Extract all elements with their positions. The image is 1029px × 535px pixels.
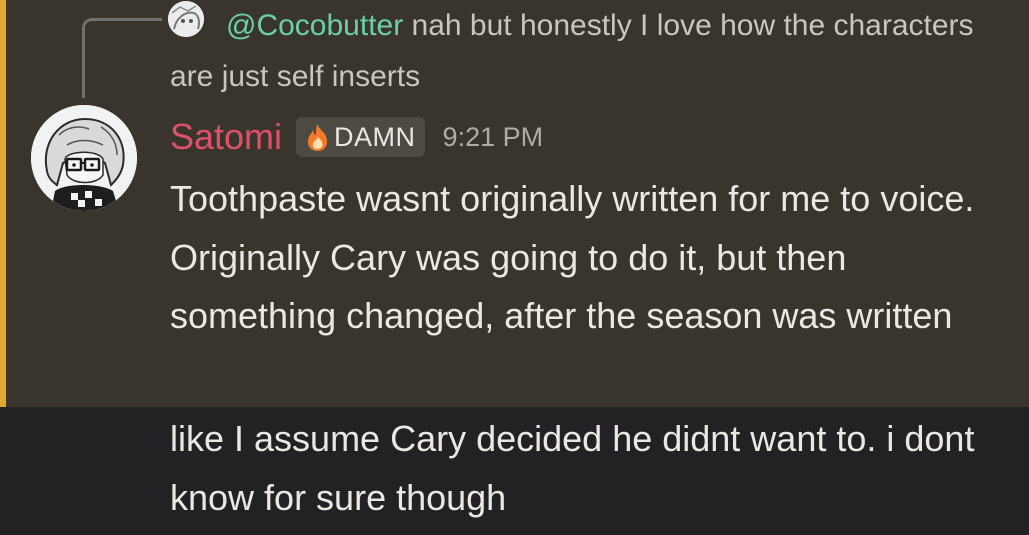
author-name[interactable]: Satomi — [170, 116, 282, 158]
reply-spine — [82, 18, 162, 98]
message-header: Satomi DAMN 9:21 PM — [170, 112, 543, 162]
mention-highlight-bar — [0, 0, 6, 407]
flame-icon — [307, 124, 328, 151]
reply-mention[interactable]: @Cocobutter — [226, 9, 403, 42]
message-content: Toothpaste wasnt originally written for … — [170, 178, 975, 336]
avatar[interactable] — [31, 105, 137, 211]
caption-text: like I assume Cary decided he didnt want… — [170, 418, 975, 518]
replied-message-preview[interactable]: @Cocobutter nah but honestly I love how … — [170, 0, 1000, 102]
message-timestamp[interactable]: 9:21 PM — [443, 122, 544, 153]
server-tag[interactable]: DAMN — [296, 117, 425, 157]
avatar-image — [31, 105, 137, 211]
server-tag-label: DAMN — [334, 121, 416, 152]
